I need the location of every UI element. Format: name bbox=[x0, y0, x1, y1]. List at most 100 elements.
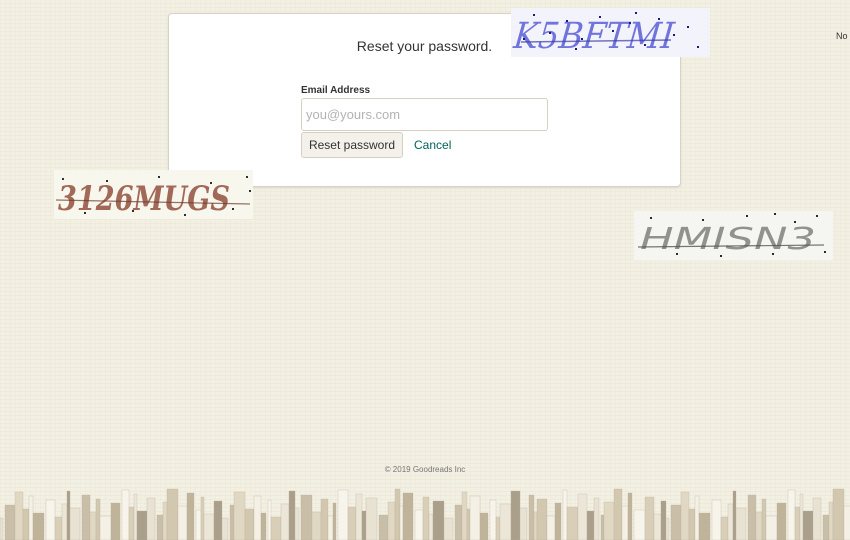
captcha-text: HMISN3 bbox=[640, 222, 816, 257]
book-spine bbox=[794, 506, 801, 540]
email-field[interactable] bbox=[301, 98, 548, 131]
book-spine bbox=[66, 490, 71, 540]
book-spine bbox=[698, 512, 711, 540]
book-spine bbox=[186, 492, 195, 540]
captcha-image-top: K5BFTMI bbox=[511, 8, 710, 57]
book-spine bbox=[69, 507, 81, 540]
book-spine bbox=[603, 501, 615, 540]
book-spine bbox=[347, 506, 357, 540]
captcha-image-left: 3126MUGS bbox=[54, 170, 253, 219]
book-spine bbox=[510, 490, 521, 540]
book-spine bbox=[755, 511, 763, 540]
book-spine bbox=[177, 505, 188, 540]
book-spine bbox=[136, 510, 148, 540]
book-spine bbox=[802, 510, 814, 540]
book-spine bbox=[832, 488, 845, 540]
book-spine bbox=[253, 495, 262, 540]
book-spine bbox=[828, 501, 834, 540]
book-spine bbox=[665, 517, 670, 540]
book-spine bbox=[0, 517, 4, 540]
book-spine bbox=[162, 501, 168, 540]
cancel-link[interactable]: Cancel bbox=[414, 138, 451, 152]
book-spine bbox=[586, 510, 595, 540]
book-spine bbox=[593, 497, 600, 540]
email-label: Email Address bbox=[301, 85, 371, 96]
book-spine bbox=[479, 512, 489, 540]
book-spine bbox=[621, 505, 629, 540]
book-spine bbox=[320, 498, 329, 540]
book-spine bbox=[121, 489, 130, 540]
book-spine bbox=[747, 494, 757, 540]
book-spine bbox=[294, 507, 300, 540]
book-spine bbox=[732, 490, 737, 540]
book-spine bbox=[327, 515, 334, 540]
book-spine bbox=[414, 509, 424, 540]
book-spine bbox=[378, 514, 389, 540]
book-spine bbox=[533, 511, 538, 540]
book-spine bbox=[499, 503, 512, 540]
book-spine bbox=[536, 498, 548, 540]
book-spine bbox=[711, 499, 722, 540]
book-spine bbox=[61, 503, 68, 540]
book-spine bbox=[670, 504, 682, 540]
book-spine bbox=[156, 514, 164, 540]
book-spine bbox=[399, 505, 404, 540]
book-spine bbox=[4, 504, 16, 540]
book-spine bbox=[221, 517, 229, 540]
book-spine bbox=[843, 505, 850, 540]
book-spine bbox=[776, 502, 787, 540]
book-spine bbox=[613, 488, 623, 540]
book-spine bbox=[200, 496, 205, 540]
book-spine bbox=[280, 503, 290, 540]
book-spine bbox=[799, 493, 804, 540]
book-spine bbox=[95, 498, 101, 540]
book-spine bbox=[765, 515, 778, 540]
book-spine bbox=[489, 499, 497, 540]
book-spine bbox=[270, 516, 282, 540]
book-spine bbox=[680, 491, 690, 540]
book-spine bbox=[822, 514, 830, 540]
book-spine bbox=[332, 502, 337, 540]
book-spine bbox=[311, 511, 322, 540]
book-spine bbox=[720, 516, 729, 540]
book-spine bbox=[337, 489, 349, 540]
book-spine bbox=[146, 497, 156, 540]
book-spine bbox=[577, 493, 588, 540]
book-spine bbox=[213, 500, 223, 540]
book-spine bbox=[128, 506, 135, 540]
book-spine bbox=[288, 490, 296, 540]
book-spine bbox=[110, 502, 121, 540]
book-spine bbox=[394, 488, 401, 540]
book-spine bbox=[300, 494, 313, 540]
book-spine bbox=[633, 509, 646, 540]
book-spine bbox=[244, 508, 255, 540]
book-spine bbox=[166, 488, 179, 540]
book-spine bbox=[660, 500, 667, 540]
captcha-image-right: HMISN3 bbox=[634, 211, 833, 260]
book-spine bbox=[195, 509, 202, 540]
book-spine bbox=[260, 512, 267, 540]
book-spine bbox=[355, 493, 363, 540]
book-spine bbox=[81, 494, 91, 540]
book-spine bbox=[688, 508, 696, 540]
book-spine bbox=[28, 495, 34, 540]
book-spine bbox=[99, 515, 112, 540]
book-spine bbox=[495, 516, 501, 540]
book-spine bbox=[89, 511, 97, 540]
captcha-text: K5BFTMI bbox=[511, 15, 677, 57]
book-spine bbox=[761, 498, 767, 540]
book-spine bbox=[203, 513, 215, 540]
reset-password-button[interactable]: Reset password bbox=[301, 132, 403, 158]
book-spine bbox=[627, 492, 633, 540]
truncated-header-text: No bbox=[836, 31, 848, 41]
book-spine bbox=[644, 496, 655, 540]
book-spine bbox=[727, 503, 734, 540]
book-spine bbox=[454, 504, 463, 540]
book-spine bbox=[546, 515, 556, 540]
captcha-text: 3126MUGS bbox=[58, 179, 230, 219]
book-spine bbox=[653, 513, 662, 540]
book-spine bbox=[428, 513, 434, 540]
book-spine bbox=[422, 496, 430, 540]
book-spine bbox=[466, 508, 471, 540]
book-spine bbox=[787, 489, 796, 540]
